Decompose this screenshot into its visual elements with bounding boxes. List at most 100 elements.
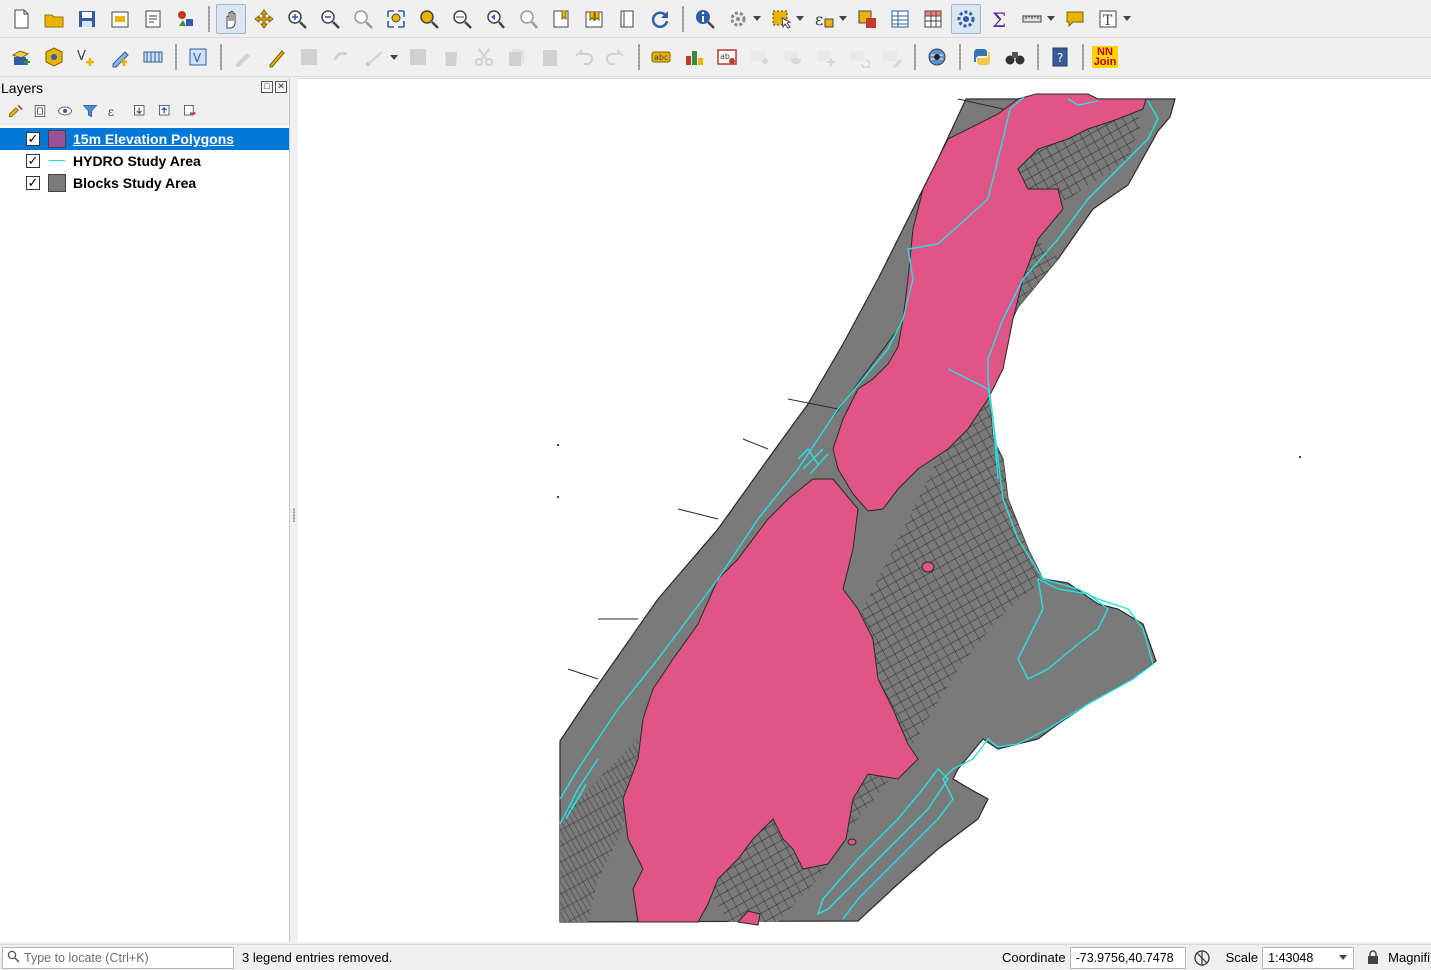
zoom-last-button[interactable]	[480, 4, 510, 34]
text-annotation-button[interactable]: T	[1093, 4, 1123, 34]
zoom-full-button[interactable]	[381, 4, 411, 34]
lock-scale-icon[interactable]	[1364, 947, 1382, 969]
cut-features-button[interactable]	[469, 42, 499, 72]
copy-features-button[interactable]	[502, 42, 532, 72]
manage-visibility-button[interactable]	[54, 100, 76, 122]
save-project-button[interactable]	[72, 4, 102, 34]
collapse-all-button[interactable]	[154, 100, 176, 122]
move-label-button[interactable]	[811, 42, 841, 72]
chevron-down-icon[interactable]	[1122, 4, 1132, 34]
scale-combobox[interactable]: 1:43048	[1262, 946, 1355, 969]
new-bookmark-button[interactable]	[546, 4, 576, 34]
coordinate-field[interactable]: -73.9756,40.7478	[1069, 946, 1186, 969]
zoom-in-button[interactable]	[282, 4, 312, 34]
zoom-next-button[interactable]	[513, 4, 543, 34]
layer-tree-item[interactable]: ✓ 15m Elevation Polygons	[0, 128, 289, 150]
zoom-to-layer-button[interactable]	[447, 4, 477, 34]
close-panel-button[interactable]: ✕	[275, 81, 287, 93]
zoom-native-button[interactable]	[348, 4, 378, 34]
map-tips-button[interactable]	[1060, 4, 1090, 34]
rotate-label-button[interactable]	[844, 42, 874, 72]
search-binoculars-button[interactable]	[1000, 42, 1030, 72]
map-canvas[interactable]	[298, 78, 1431, 942]
field-calculator-button[interactable]	[918, 4, 948, 34]
zoom-full-icon	[387, 9, 405, 28]
expand-all-button[interactable]	[129, 100, 151, 122]
new-virtual-layer-button[interactable]: V	[183, 42, 213, 72]
pan-to-selection-button[interactable]	[249, 4, 279, 34]
toggle-extents-icon[interactable]	[1190, 947, 1214, 969]
highlight-pinned-labels-button[interactable]: ab	[712, 42, 742, 72]
new-spatialite-layer-button[interactable]	[105, 42, 135, 72]
add-feature-button[interactable]	[327, 42, 357, 72]
layout-manager-button[interactable]	[138, 4, 168, 34]
open-layer-styling-button[interactable]	[4, 100, 26, 122]
select-features-button[interactable]	[766, 4, 796, 34]
measure-line-button[interactable]	[1017, 4, 1047, 34]
chevron-down-icon[interactable]	[1046, 4, 1056, 34]
panel-splitter[interactable]	[290, 78, 298, 942]
layer-visibility-checkbox[interactable]: ✓	[26, 176, 40, 190]
select-by-expression-button[interactable]: ε	[809, 4, 839, 34]
paste-features-button[interactable]	[535, 42, 565, 72]
show-hide-labels-button[interactable]	[778, 42, 808, 72]
layer-visibility-checkbox[interactable]: ✓	[26, 154, 40, 168]
select-by-expression-icon: ε	[815, 10, 834, 29]
new-project-button[interactable]	[6, 4, 36, 34]
layer-labeling-button[interactable]: abc	[646, 42, 676, 72]
style-manager-button[interactable]	[171, 4, 201, 34]
open-project-button[interactable]	[39, 4, 69, 34]
identify-features-button[interactable]	[690, 4, 720, 34]
add-group-button[interactable]	[29, 100, 51, 122]
run-feature-action-button[interactable]	[723, 4, 753, 34]
layer-tree-item[interactable]: ✓ HYDRO Study Area	[0, 150, 289, 172]
new-geopackage-layer-button[interactable]	[39, 42, 69, 72]
layer-tree-item[interactable]: ✓ Blocks Study Area	[0, 172, 289, 194]
filter-legend-button[interactable]	[79, 100, 101, 122]
new-print-layout-button[interactable]	[105, 4, 135, 34]
undo-button[interactable]	[568, 42, 598, 72]
filter-by-expression-button[interactable]: ε	[104, 100, 126, 122]
identify-features-icon	[696, 9, 715, 29]
manage-visibility-icon	[58, 106, 72, 116]
pan-map-button[interactable]	[216, 3, 246, 34]
redo-button[interactable]	[601, 42, 631, 72]
help-button[interactable]: ?	[1045, 42, 1075, 72]
add-feature-icon	[333, 51, 348, 61]
remove-layer-button[interactable]	[179, 100, 201, 122]
data-source-manager-button[interactable]	[6, 42, 36, 72]
processing-toolbox-button[interactable]	[951, 3, 981, 34]
new-shapefile-layer-button[interactable]: V	[72, 42, 102, 72]
zoom-out-button[interactable]	[315, 4, 345, 34]
statistical-summary-button[interactable]: Σ	[984, 4, 1014, 34]
chevron-down-icon[interactable]	[795, 4, 805, 34]
chevron-down-icon[interactable]	[389, 42, 399, 72]
show-bookmarks-button[interactable]	[579, 4, 609, 34]
pin-unpin-labels-button[interactable]	[745, 42, 775, 72]
layer-diagram-button[interactable]	[679, 42, 709, 72]
save-layer-edits-button[interactable]	[294, 42, 324, 72]
map-view	[557, 93, 1301, 926]
locator-input[interactable]	[24, 950, 224, 965]
nn-join-button[interactable]: NN Join	[1090, 42, 1120, 72]
refresh-button[interactable]	[645, 4, 675, 34]
temporal-controller-button[interactable]	[612, 4, 642, 34]
python-console-button[interactable]	[967, 42, 997, 72]
deselect-features-button[interactable]	[852, 4, 882, 34]
vertex-tool-button[interactable]	[360, 42, 390, 72]
delete-selected-button[interactable]	[436, 42, 466, 72]
locator-bar[interactable]	[2, 946, 234, 969]
toolbar-separator	[1082, 44, 1084, 70]
current-edits-button[interactable]	[228, 42, 258, 72]
zoom-to-selection-button[interactable]	[414, 4, 444, 34]
layer-visibility-checkbox[interactable]: ✓	[26, 132, 40, 146]
new-temporary-layer-button[interactable]	[138, 42, 168, 72]
chevron-down-icon[interactable]	[838, 4, 848, 34]
open-attribute-table-button[interactable]	[885, 4, 915, 34]
float-panel-button[interactable]: □	[261, 81, 273, 93]
modify-attributes-button[interactable]	[403, 42, 433, 72]
toggle-editing-button[interactable]	[261, 42, 291, 72]
quickmapservices-button[interactable]	[922, 42, 952, 72]
chevron-down-icon[interactable]	[752, 4, 762, 34]
change-label-button[interactable]	[877, 42, 907, 72]
